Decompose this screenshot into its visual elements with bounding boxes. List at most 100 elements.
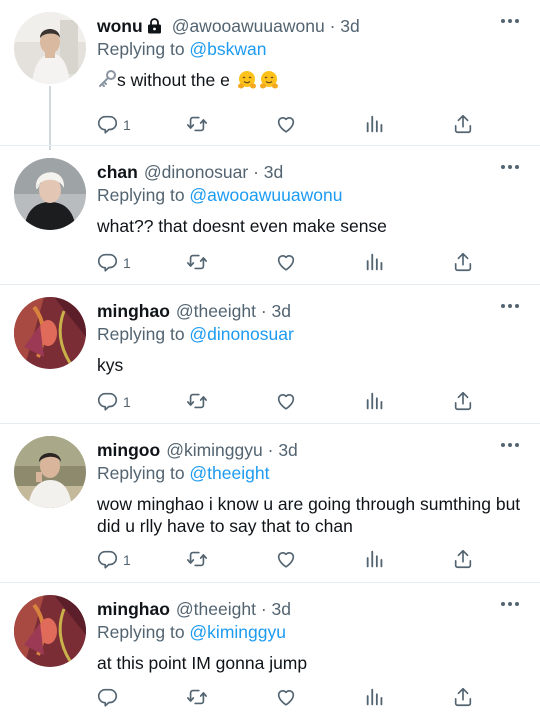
tweet-text: s without the e [117,70,230,90]
reply-count: 1 [123,255,131,271]
timestamp[interactable]: 3d [272,599,291,619]
like-button[interactable] [275,250,297,274]
reply-tweet[interactable]: wonu @awooawuuawonu · 3d Replying to @bsk… [0,0,540,146]
share-button[interactable] [452,547,474,571]
replying-to-mention[interactable]: @awooawuuawonu [189,185,342,205]
reply-count: 1 [123,117,131,133]
reply-button[interactable]: 1 [97,389,131,413]
replying-to: Replying to @dinonosuar [97,322,294,346]
retweet-button[interactable] [186,389,208,413]
replying-to-mention[interactable]: @theeight [189,463,269,483]
retweet-button[interactable] [186,250,208,274]
retweet-button[interactable] [186,112,208,136]
more-horizontal-icon[interactable] [500,164,520,170]
action-bar: 1 [97,250,517,274]
reply-button[interactable]: 1 [97,547,131,571]
views-button[interactable] [364,389,386,413]
like-button[interactable] [275,389,297,413]
reply-tweet[interactable]: minghao @theeight · 3d Replying to @kimin… [0,583,540,717]
display-name[interactable]: wonu [97,16,143,36]
retweet-icon [187,551,207,567]
reply-count: 1 [123,394,131,410]
replying-to-label: Replying to [97,463,190,483]
separator-dot: · [260,301,267,321]
analytics-icon [366,550,383,568]
tweet-text: what?? that doesnt even make sense [97,216,387,236]
like-button[interactable] [275,685,297,709]
tweet-text: at this point IM gonna jump [97,653,308,673]
reply-button[interactable]: 1 [97,112,131,136]
retweet-button[interactable] [186,685,208,709]
analytics-icon [366,392,383,410]
analytics-icon [366,688,383,706]
reply-button[interactable] [97,685,123,709]
hugging-face-emoji [259,71,278,89]
tweet-text: kys [97,355,124,375]
user-handle[interactable]: @theeight [176,301,256,321]
reply-tweet[interactable]: minghao @theeight · 3d Replying to @dinon… [0,285,540,424]
more-horizontal-icon[interactable] [500,303,520,309]
separator-dot: · [329,16,336,36]
retweet-icon [187,393,207,409]
avatar[interactable] [14,12,86,84]
action-bar: 1 [97,547,517,571]
analytics-icon [366,115,383,133]
display-name[interactable]: chan [97,162,138,182]
avatar[interactable] [14,595,86,667]
separator-dot: · [253,162,259,182]
share-button[interactable] [452,250,474,274]
key-emoji [99,70,116,87]
retweet-button[interactable] [186,547,208,571]
user-handle[interactable]: @kiminggyu [166,440,263,460]
reply-icon [97,253,118,272]
timestamp[interactable]: 3d [278,440,297,460]
share-icon [454,391,472,411]
replying-to-mention[interactable]: @kiminggyu [189,622,286,642]
reply-tweet[interactable]: chan @dinonosuar · 3d Replying to @awooaw… [0,146,540,285]
display-name[interactable]: mingoo [97,440,160,460]
share-icon [454,114,472,134]
separator-dot: · [267,440,274,460]
user-handle[interactable]: @awooawuuawonu [172,16,325,36]
action-bar [97,685,517,709]
more-horizontal-icon[interactable] [500,601,520,607]
replying-to: Replying to @theeight [97,461,269,485]
analytics-icon [366,253,383,271]
share-button[interactable] [452,389,474,413]
hugging-face-emoji [237,71,256,89]
more-horizontal-icon[interactable] [500,18,520,24]
views-button[interactable] [364,547,386,571]
display-name[interactable]: minghao [97,599,170,619]
reply-tweet[interactable]: mingoo @kiminggyu · 3d Replying to @theei… [0,424,540,583]
timestamp[interactable]: 3d [272,301,291,321]
separator-dot: · [260,599,267,619]
share-button[interactable] [452,685,474,709]
avatar[interactable] [14,297,86,369]
more-horizontal-icon[interactable] [500,442,520,448]
reply-icon [97,115,118,134]
replying-to-label: Replying to [97,185,190,205]
views-button[interactable] [364,685,386,709]
timestamp[interactable]: 3d [264,162,283,182]
replying-to-label: Replying to [97,39,190,59]
avatar[interactable] [14,158,86,230]
replying-to-mention[interactable]: @bskwan [189,39,266,59]
user-handle[interactable]: @dinonosuar [144,162,248,182]
avatar[interactable] [14,436,86,508]
tweet-text: wow minghao i know u are going through s… [97,494,521,536]
share-button[interactable] [452,112,474,136]
share-icon [454,252,472,272]
reply-icon [97,688,118,707]
replying-to-label: Replying to [97,324,190,344]
user-handle[interactable]: @theeight [176,599,256,619]
display-name[interactable]: minghao [97,301,170,321]
reply-button[interactable]: 1 [97,250,131,274]
views-button[interactable] [364,250,386,274]
retweet-icon [187,689,207,705]
timestamp[interactable]: 3d [340,16,359,36]
views-button[interactable] [364,112,386,136]
replying-to-mention[interactable]: @dinonosuar [189,324,293,344]
like-button[interactable] [275,112,297,136]
like-button[interactable] [275,547,297,571]
share-icon [454,549,472,569]
